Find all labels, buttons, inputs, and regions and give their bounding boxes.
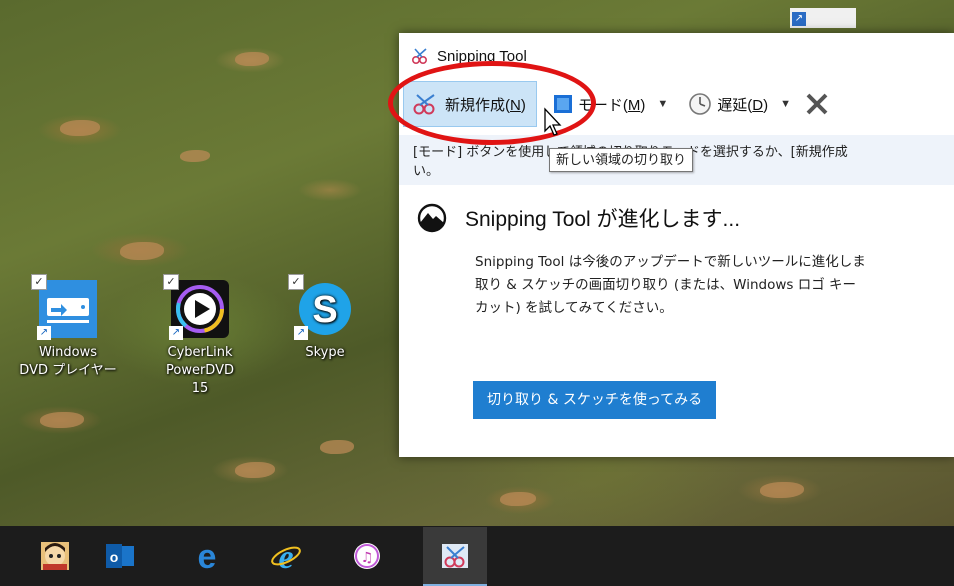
selection-checkbox[interactable]: ✓ [31, 274, 47, 290]
annotation-oval [388, 61, 596, 145]
leaf-decoration [180, 150, 210, 162]
svg-text:S: S [312, 289, 337, 331]
leaf-decoration [235, 462, 275, 478]
banner-heading: Snipping Tool が進化します... [465, 208, 741, 231]
leaf-decoration [60, 120, 100, 136]
svg-text:o: o [110, 549, 119, 565]
shortcut-arrow-icon: ↗ [37, 326, 51, 340]
icon-label: DVD プレイヤー [19, 363, 117, 378]
mouse-cursor-icon [543, 107, 563, 141]
banner-body-line: 取り & スケッチの画面切り取り (または、Windows ロゴ キー [475, 277, 857, 293]
shortcut-arrow-icon: ↗ [792, 12, 806, 26]
close-x-icon [805, 92, 829, 116]
svg-text:e: e [198, 540, 217, 572]
snipping-tool-icon [411, 47, 431, 65]
snip-sketch-icon [417, 203, 447, 233]
desktop-icon-skype[interactable]: S ✓ ↗ Skype [283, 274, 367, 362]
app-avatar-icon[interactable] [39, 540, 71, 572]
edge-icon[interactable]: e [191, 538, 223, 576]
tooltip: 新しい領域の切り取り [549, 148, 694, 172]
skype-icon: S ✓ ↗ [288, 274, 356, 340]
snipping-tool-icon [439, 540, 471, 576]
selection-checkbox[interactable]: ✓ [163, 274, 179, 290]
shortcut-arrow-icon: ↗ [294, 326, 308, 340]
icon-label: Windows [38, 345, 98, 360]
clock-icon [688, 92, 712, 116]
delay-dropdown-icon[interactable]: ▼ [780, 98, 791, 110]
taskbar-active-item[interactable] [423, 527, 487, 586]
leaf-decoration [760, 482, 804, 498]
evolution-banner: Snipping Tool が進化します... Snipping Tool は今… [399, 185, 954, 419]
leaf-decoration [235, 52, 269, 66]
outlook-icon[interactable]: o [104, 540, 136, 572]
desktop-icon-windows-dvd[interactable]: ✓ ↗ Windows DVD プレイヤー [19, 274, 117, 380]
leaf-decoration [500, 492, 536, 506]
delay-button[interactable]: 遅延(D) ▼ [680, 82, 799, 126]
itunes-icon[interactable]: ♫ [351, 540, 383, 572]
windows-dvd-player-icon: ✓ ↗ [31, 274, 99, 340]
svg-text:♫: ♫ [361, 550, 374, 566]
banner-heading-row: Snipping Tool が進化します... [417, 203, 954, 233]
leaf-decoration [120, 242, 164, 260]
cancel-button[interactable] [799, 82, 837, 126]
delay-label: 遅延(D) [717, 96, 769, 114]
banner-body-line: カット) を試してみてください。 [475, 300, 673, 316]
banner-body-line: Snipping Tool は今後のアップデートで新しいツールに進化しま [475, 254, 866, 270]
leaf-decoration [40, 412, 84, 428]
icon-label: CyberLink [167, 345, 233, 360]
leaf-decoration [320, 440, 354, 454]
shortcut-arrow-icon: ↗ [169, 326, 183, 340]
partial-desktop-icon[interactable]: ↗ [790, 8, 856, 28]
powerdvd-icon: ✓ ↗ [163, 274, 231, 340]
banner-body: Snipping Tool は今後のアップデートで新しいツールに進化しま 取り … [475, 251, 954, 320]
svg-text:e: e [278, 540, 293, 572]
icon-label: Skype [305, 345, 345, 360]
try-snip-sketch-button[interactable]: 切り取り & スケッチを使ってみる [473, 381, 717, 419]
mode-dropdown-icon[interactable]: ▼ [657, 98, 668, 110]
internet-explorer-icon[interactable]: e [270, 539, 302, 576]
selection-checkbox[interactable]: ✓ [288, 274, 304, 290]
desktop-icon-powerdvd[interactable]: ✓ ↗ CyberLink PowerDVD 15 [158, 274, 242, 398]
icon-label: PowerDVD 15 [166, 363, 234, 396]
